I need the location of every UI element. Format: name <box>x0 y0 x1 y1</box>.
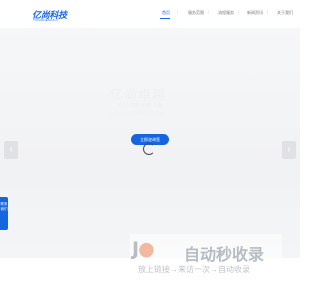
nav-separator: | <box>238 9 240 14</box>
watermark-subtitle: 放上链接→来访一次→自动收录 <box>138 265 250 274</box>
side-contact-label: 联系我们 <box>0 202 8 211</box>
nav-separator: | <box>208 9 210 14</box>
nav-item-home[interactable]: 首页 <box>162 10 170 16</box>
watermark-overlay: J● 自动秒收录 放上链接→来访一次→自动收录 <box>130 234 282 280</box>
loading-spinner-icon <box>143 143 155 155</box>
nav-separator: | <box>177 9 179 14</box>
carousel-next-button[interactable]: › <box>282 141 296 159</box>
watermark-logo-icon: J● <box>132 238 155 260</box>
nav-item-news[interactable]: 新闻资讯 <box>247 10 263 16</box>
hero-subtitle: 专注·高效·创新·共赢 <box>118 103 163 109</box>
side-contact-tab[interactable]: 联系我们 <box>0 197 8 230</box>
carousel-prev-button[interactable]: ‹ <box>4 141 18 159</box>
chevron-left-icon: ‹ <box>9 144 13 155</box>
nav-item-services[interactable]: 服务范围 <box>188 10 204 16</box>
nav-separator: | <box>267 9 269 14</box>
chevron-right-icon: › <box>287 144 291 155</box>
watermark-title: 自动秒收录 <box>184 247 265 264</box>
nav-item-about[interactable]: 关于我们 <box>277 10 293 16</box>
main-nav: 首页 | 服务范围 | 流程服务 | 新闻资讯 | 关于我们 <box>0 9 300 20</box>
header: 亿尚科技 YICHUNENGKJI 首页 | 服务范围 | 流程服务 | 新闻资… <box>0 0 300 28</box>
nav-active-indicator <box>160 18 170 19</box>
hero-description: 以客户为中心 提供优质的服务 <box>110 111 164 116</box>
hero-title: 亿尚卓越 <box>110 87 167 102</box>
nav-item-process[interactable]: 流程服务 <box>218 10 234 16</box>
